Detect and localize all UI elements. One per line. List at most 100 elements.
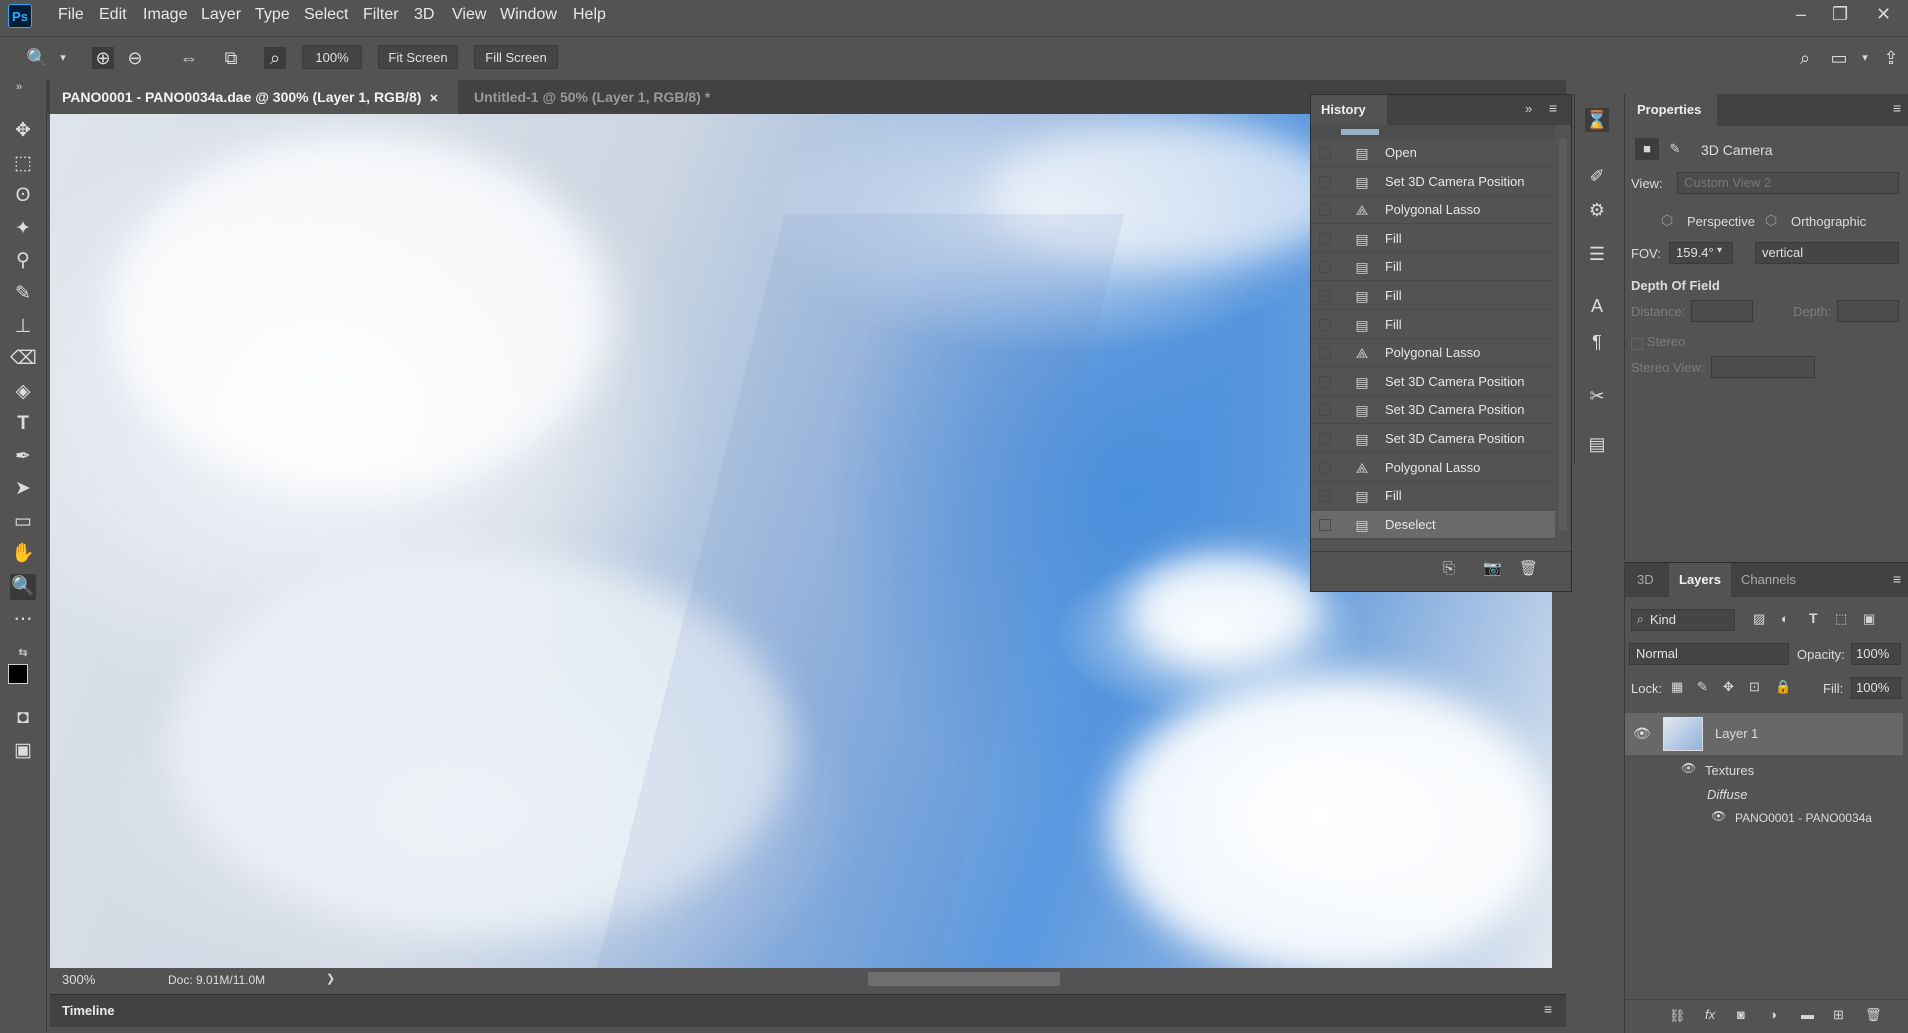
tools-options-icon[interactable]: ✂ — [1585, 384, 1609, 408]
perspective-icon[interactable]: ⬡ — [1661, 212, 1673, 229]
brush-settings-icon[interactable]: ✐ — [1585, 164, 1609, 188]
paragraph-icon[interactable]: ¶ — [1585, 330, 1609, 354]
lock-all-icon[interactable]: 🔒 — [1775, 679, 1791, 695]
fov-input[interactable]: 159.4° — [1669, 242, 1733, 264]
visibility-eye-icon[interactable]: 👁 — [1711, 809, 1726, 823]
history-snapshot-row[interactable] — [1311, 125, 1555, 139]
lock-artboard-icon[interactable]: ⊡ — [1749, 679, 1760, 695]
menu-type[interactable]: Type — [255, 6, 290, 24]
brush-tool-icon[interactable]: ✎ — [10, 281, 36, 307]
history-source-checkbox[interactable] — [1319, 261, 1331, 274]
lock-transparency-icon[interactable]: ▦ — [1671, 679, 1683, 695]
history-source-checkbox[interactable] — [1319, 404, 1331, 417]
opacity-input[interactable]: 100% — [1851, 643, 1901, 665]
adjustment-filter-icon[interactable]: ◐ — [1781, 611, 1789, 626]
minimize-button[interactable]: – — [1796, 4, 1806, 25]
history-item[interactable]: ▤ Deselect — [1311, 510, 1555, 539]
fit-screen-button[interactable]: Fit Screen — [378, 45, 458, 69]
menu-view[interactable]: View — [452, 6, 486, 24]
orthographic-option[interactable]: Orthographic — [1791, 214, 1866, 229]
hand-tool-icon[interactable]: ✋ — [10, 541, 36, 567]
pixel-filter-icon[interactable]: ▨ — [1753, 611, 1765, 627]
history-source-checkbox[interactable] — [1319, 204, 1331, 217]
zoom-level-readout[interactable]: 300% — [62, 972, 95, 987]
screen-mode-icon[interactable]: ▣ — [10, 738, 36, 764]
move-tool-icon[interactable]: ✥ — [10, 118, 36, 144]
collapse-panel-icon[interactable]: » — [1525, 101, 1532, 116]
scrubby-zoom-icon[interactable]: ⌕ — [264, 47, 286, 69]
zoom-out-icon[interactable]: ⊖ — [124, 47, 146, 69]
shape-filter-icon[interactable]: ⬚ — [1835, 611, 1847, 627]
depth-input[interactable] — [1837, 300, 1899, 322]
stamp-tool-icon[interactable]: ⊥ — [10, 314, 36, 340]
more-tools-icon[interactable]: ⋯ — [10, 607, 36, 633]
character-icon[interactable]: A — [1585, 294, 1609, 318]
history-item[interactable]: ▤ Set 3D Camera Position — [1311, 396, 1555, 425]
history-source-checkbox[interactable] — [1319, 461, 1331, 474]
history-item[interactable]: ⟁ Polygonal Lasso — [1311, 339, 1555, 368]
menu-help[interactable]: Help — [573, 6, 606, 24]
visibility-eye-icon[interactable]: 👁 — [1681, 761, 1696, 775]
timeline-title[interactable]: Timeline — [62, 1003, 115, 1018]
fill-screen-button[interactable]: Fill Screen — [474, 45, 558, 69]
history-item[interactable]: ▤ Fill — [1311, 311, 1555, 339]
foreground-color-swatch[interactable] — [8, 664, 28, 684]
history-source-checkbox[interactable] — [1319, 490, 1331, 503]
history-source-checkbox[interactable] — [1319, 375, 1331, 388]
trash-icon[interactable]: 🗑 — [1519, 559, 1538, 577]
trash-icon[interactable]: 🗑 — [1865, 1007, 1882, 1023]
resize-windows-icon[interactable]: ⇔ — [178, 47, 200, 69]
horizontal-scrollbar-thumb[interactable] — [868, 972, 1060, 986]
tab-untitled-document[interactable]: Untitled-1 @ 50% (Layer 1, RGB/8) * ✕ — [462, 80, 732, 139]
lock-position-icon[interactable]: ✥ — [1723, 679, 1734, 695]
camera-icon[interactable]: ■ — [1635, 138, 1659, 160]
stereo-view-dropdown[interactable] — [1711, 356, 1815, 378]
panel-menu-icon[interactable]: ≡ — [1893, 100, 1901, 116]
history-item[interactable]: ▤ Fill — [1311, 253, 1555, 282]
menu-edit[interactable]: Edit — [99, 6, 127, 24]
pen-tool-icon[interactable]: ✒ — [10, 444, 36, 470]
layer-name[interactable]: Layer 1 — [1715, 726, 1758, 741]
folder-icon[interactable]: ▬ — [1801, 1007, 1814, 1022]
type-tool-icon[interactable]: T — [10, 411, 36, 437]
menu-window[interactable]: Window — [500, 6, 557, 24]
zoom-in-icon[interactable]: ⊕ — [92, 47, 114, 69]
fx-icon[interactable]: fx — [1705, 1007, 1715, 1022]
history-item[interactable]: ▤ Fill — [1311, 282, 1555, 310]
tab-layers[interactable]: Layers — [1669, 563, 1731, 597]
properties-panel-icon[interactable]: ☰ — [1585, 242, 1609, 266]
view-dropdown[interactable]: Custom View 2 — [1677, 172, 1899, 194]
lock-pixels-icon[interactable]: ✎ — [1697, 679, 1708, 695]
chevron-down-icon[interactable]: ▾ — [1854, 47, 1876, 69]
history-panel-icon[interactable]: ⌛ — [1585, 108, 1609, 132]
rectangle-tool-icon[interactable]: ▭ — [10, 509, 36, 535]
history-source-checkbox[interactable] — [1319, 175, 1331, 188]
zoom-all-windows-icon[interactable]: ⧉ — [220, 47, 242, 69]
menu-filter[interactable]: Filter — [363, 6, 399, 24]
fov-axis-dropdown[interactable]: vertical — [1755, 242, 1899, 264]
adjustments-icon[interactable]: ⚙ — [1585, 198, 1609, 222]
history-source-checkbox[interactable] — [1319, 232, 1331, 245]
history-item[interactable]: ▤ Open — [1311, 139, 1555, 167]
type-filter-icon[interactable]: T — [1809, 610, 1818, 626]
menu-layer[interactable]: Layer — [201, 6, 241, 24]
lasso-tool-icon[interactable]: ʘ — [10, 183, 36, 209]
adjustment-layer-icon[interactable]: ◑ — [1769, 1007, 1777, 1022]
eyedropper-tool-icon[interactable]: ⚲ — [10, 248, 36, 274]
default-colors-icon[interactable]: ⇆ — [10, 640, 36, 666]
panel-menu-icon[interactable]: ≡ — [1893, 571, 1901, 587]
history-source-checkbox[interactable] — [1319, 318, 1331, 331]
quick-mask-icon[interactable]: ◘ — [10, 705, 36, 731]
properties-title[interactable]: Properties — [1625, 94, 1717, 126]
chevron-down-icon[interactable]: ▾ — [1717, 245, 1722, 256]
history-source-checkbox[interactable] — [1319, 518, 1331, 531]
tab-pano-document[interactable]: PANO0001 - PANO0034a.dae @ 300% (Layer 1… — [50, 80, 458, 114]
tab-3d[interactable]: 3D — [1627, 563, 1664, 597]
eraser-tool-icon[interactable]: ⌫ — [10, 346, 37, 372]
history-source-checkbox[interactable] — [1319, 147, 1331, 159]
status-menu-arrow-icon[interactable]: ❯ — [326, 972, 335, 985]
zoom-tool-icon[interactable]: 🔍 — [26, 47, 48, 69]
chevron-down-icon[interactable]: ▾ — [52, 47, 74, 69]
history-title[interactable]: History — [1311, 95, 1387, 125]
paint-bucket-tool-icon[interactable]: ◈ — [10, 379, 36, 405]
